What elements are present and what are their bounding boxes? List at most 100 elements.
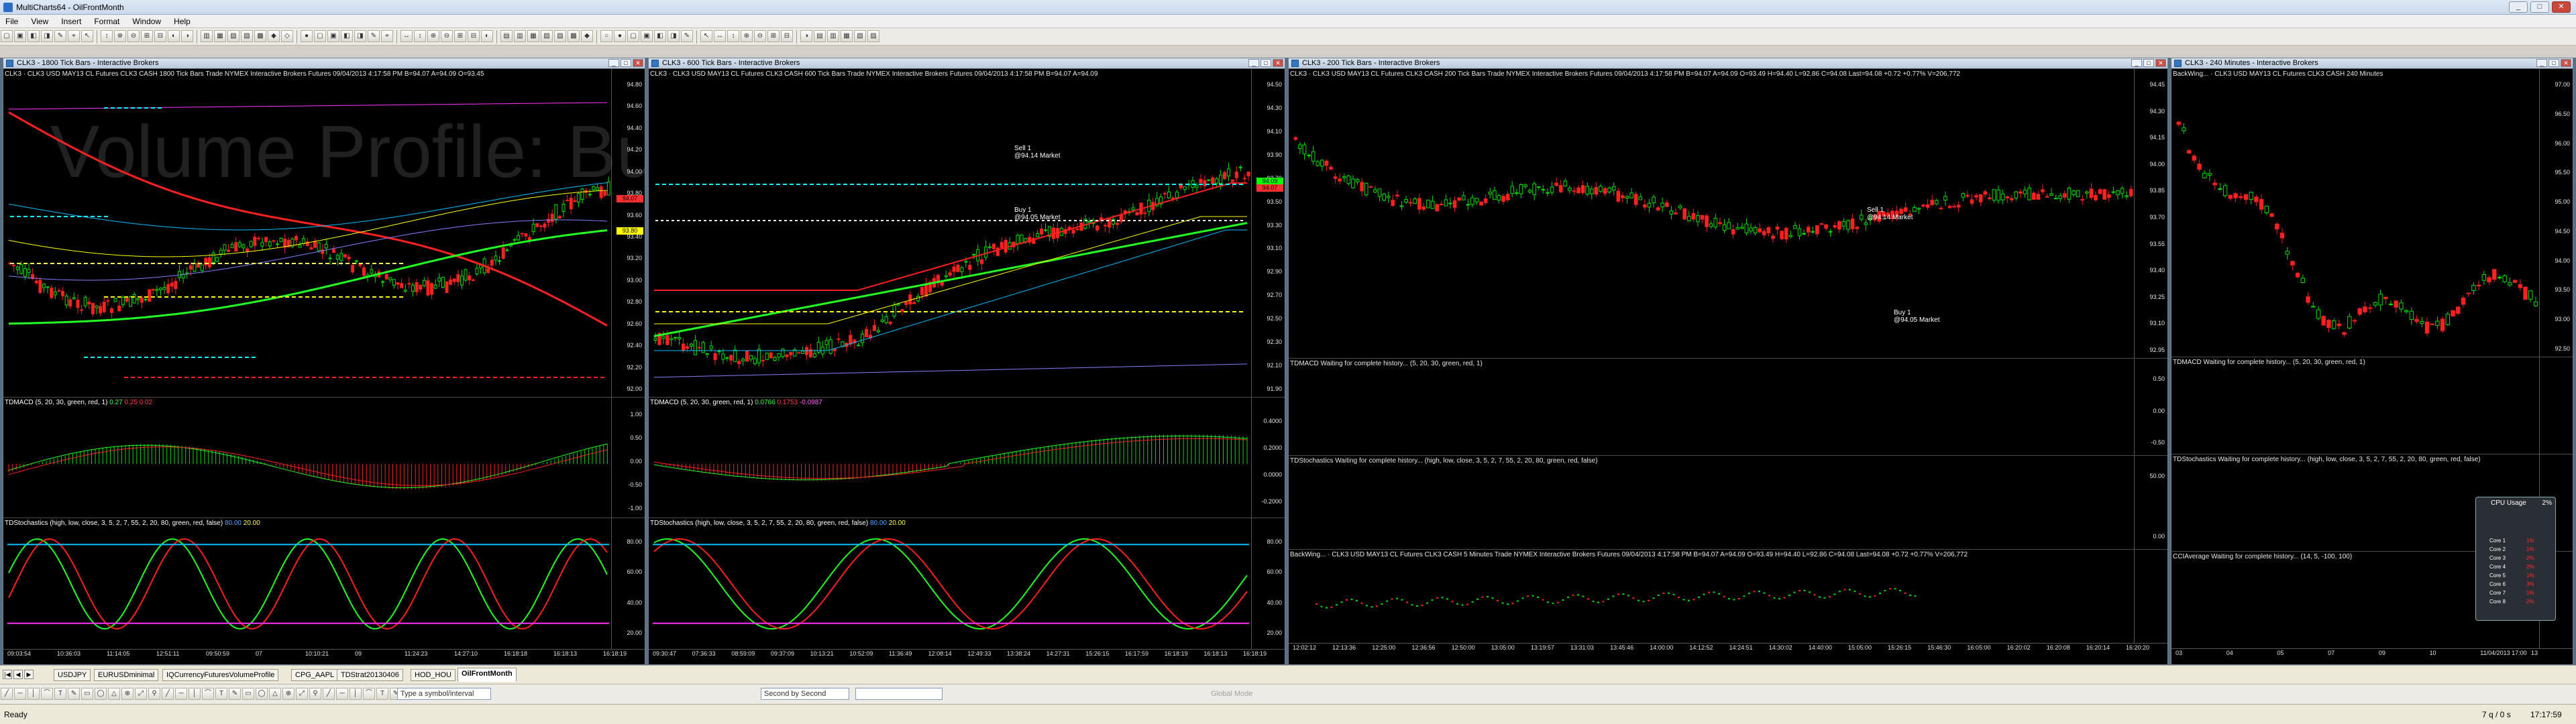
menu-help[interactable]: Help	[168, 15, 196, 26]
toolbar-button-67[interactable]: ▦	[841, 30, 853, 42]
stochastics-pane[interactable]: TDStochastics (high, low, close, 3, 5, 2…	[3, 518, 645, 649]
toolbar-button-37[interactable]: ⊟	[468, 30, 480, 42]
draw-tool-button-15[interactable]: ⌒	[202, 688, 214, 700]
draw-tool-button-25[interactable]: ─	[336, 688, 348, 700]
toolbar-button-59[interactable]: ⊕	[741, 30, 753, 42]
toolbar-button-58[interactable]: ↕	[727, 30, 739, 42]
maximize-button[interactable]: □	[2530, 1, 2549, 13]
toolbar-button-30[interactable]: ⌖	[381, 30, 393, 42]
toolbar-button-11[interactable]: ⊞	[141, 30, 153, 42]
toolbar-button-32[interactable]: ↔	[400, 30, 413, 42]
draw-tool-button-12[interactable]: ╱	[162, 688, 174, 700]
toolbar-button-64[interactable]: ◑	[800, 30, 812, 42]
chart-window-title[interactable]: CLK3 - 200 Tick Bars - Interactive Broke…	[1289, 58, 2167, 68]
toolbar-button-0[interactable]: ▢	[1, 30, 13, 42]
toolbar-button-5[interactable]: ⌖	[68, 30, 80, 42]
chart-window-600-tick[interactable]: CLK3 - 600 Tick Bars - Interactive Broke…	[648, 58, 1285, 665]
draw-tool-button-10[interactable]: ⤢	[135, 688, 147, 700]
draw-tool-button-21[interactable]: ⊕	[282, 688, 294, 700]
toolbar-button-57[interactable]: ↔	[714, 30, 726, 42]
close-icon[interactable]: ✕	[2155, 59, 2166, 67]
toolbar-button-49[interactable]: ●	[614, 30, 626, 42]
toolbar-button-8[interactable]: ↕	[101, 30, 113, 42]
draw-tool-button-1[interactable]: ─	[14, 688, 26, 700]
toolbar-button-54[interactable]: ✎	[681, 30, 693, 42]
tab-next-icon[interactable]: ▶	[24, 670, 34, 679]
draw-tool-button-19[interactable]: ◯	[256, 688, 268, 700]
draw-tool-button-5[interactable]: ✎	[68, 688, 80, 700]
toolbar-button-52[interactable]: ◧	[654, 30, 666, 42]
price-pane[interactable]: Volume Profile: Build-in Big ... CLK3 · …	[3, 68, 645, 397]
menu-view[interactable]: View	[25, 15, 54, 26]
toolbar-button-62[interactable]: ⊟	[781, 30, 793, 42]
tab-iqcurrencyfuturesvolumeprofile[interactable]: IQCurrencyFuturesVolumeProfile	[162, 669, 279, 681]
toolbar-button-17[interactable]: ▦	[214, 30, 226, 42]
stochastics-chart[interactable]	[649, 518, 1285, 649]
chart-window-200-tick[interactable]: CLK3 - 200 Tick Bars - Interactive Broke…	[1288, 58, 2168, 665]
chart-window-title[interactable]: CLK3 - 240 Minutes - Interactive Brokers…	[2171, 58, 2573, 68]
menu-file[interactable]: File	[0, 15, 23, 26]
toolbar-button-27[interactable]: ◧	[341, 30, 353, 42]
draw-tool-button-23[interactable]: ⚲	[309, 688, 321, 700]
price-chart[interactable]	[2171, 69, 2573, 357]
tab-usdjpy[interactable]: USDJPY	[54, 669, 91, 681]
five-minute-chart[interactable]	[1289, 550, 2167, 643]
global-mode-toggle[interactable]: Global Mode	[1208, 688, 1272, 700]
toolbar-button-19[interactable]: ▨	[241, 30, 253, 42]
chart-window-1800-tick[interactable]: CLK3 - 1800 Tick Bars - Interactive Brok…	[3, 58, 645, 665]
draw-tool-button-6[interactable]: ▭	[81, 688, 93, 700]
toolbar-button-2[interactable]: ◧	[28, 30, 40, 42]
toolbar-button-13[interactable]: ◐	[168, 30, 180, 42]
toolbar-button-6[interactable]: ↖	[81, 30, 93, 42]
toolbar-button-41[interactable]: ▥	[514, 30, 526, 42]
tab-hod-hou[interactable]: HOD_HOU	[411, 669, 456, 681]
tab-tdstrat20130406[interactable]: TDStrat20130406	[337, 669, 403, 681]
draw-tool-button-13[interactable]: ─	[175, 688, 187, 700]
close-icon[interactable]: ✕	[2561, 59, 2571, 67]
toolbar-button-56[interactable]: ↖	[700, 30, 712, 42]
draw-tool-button-11[interactable]: ⚲	[148, 688, 160, 700]
toolbar-button-48[interactable]: ○	[600, 30, 612, 42]
draw-tool-button-9[interactable]: ⊕	[121, 688, 133, 700]
restore-icon[interactable]: □	[2143, 59, 2154, 67]
toolbar-button-60[interactable]: ⊖	[754, 30, 766, 42]
draw-tool-button-8[interactable]: △	[108, 688, 120, 700]
toolbar-button-40[interactable]: ▤	[500, 30, 513, 42]
toolbar-button-34[interactable]: ⊕	[427, 30, 439, 42]
draw-tool-button-16[interactable]: T	[215, 688, 227, 700]
toolbar-button-16[interactable]: ▥	[201, 30, 213, 42]
tab-prev-icon[interactable]: ◀	[13, 670, 23, 679]
menu-format[interactable]: Format	[89, 15, 125, 26]
toolbar-button-20[interactable]: ▩	[254, 30, 266, 42]
toolbar-button-1[interactable]: ▣	[14, 30, 26, 42]
tab-cpg-aapl[interactable]: CPG_AAPL	[291, 669, 339, 681]
minimize-icon[interactable]: _	[608, 59, 619, 67]
menu-insert[interactable]: Insert	[56, 15, 87, 26]
draw-tool-button-0[interactable]: ╱	[1, 688, 13, 700]
restore-icon[interactable]: □	[1260, 59, 1271, 67]
toolbar-button-51[interactable]: ▣	[641, 30, 653, 42]
toolbar-button-18[interactable]: ▧	[227, 30, 239, 42]
price-chart[interactable]	[1289, 69, 2167, 358]
close-icon[interactable]: ✕	[633, 59, 643, 67]
toolbar-button-3[interactable]: ◨	[41, 30, 53, 42]
toolbar-button-45[interactable]: ▩	[568, 30, 580, 42]
stochastics-chart[interactable]	[3, 518, 645, 649]
minimize-icon[interactable]: _	[2131, 59, 2142, 67]
macd-pane[interactable]: TDMACD Waiting for complete history... (…	[2171, 357, 2573, 454]
macd-pane[interactable]: TDMACD Waiting for complete history... (…	[1289, 358, 2167, 455]
restore-icon[interactable]: □	[2548, 59, 2559, 67]
toolbar-button-36[interactable]: ⊞	[454, 30, 466, 42]
toolbar-button-61[interactable]: ⊞	[767, 30, 780, 42]
toolbar-button-26[interactable]: ▣	[327, 30, 339, 42]
five-minute-pane[interactable]: BackWing... · CLK3 USD MAY13 CL Futures …	[1289, 549, 2167, 643]
draw-tool-button-3[interactable]: ⌒	[41, 688, 53, 700]
draw-tool-button-14[interactable]: │	[189, 688, 201, 700]
toolbar-button-24[interactable]: ●	[301, 30, 313, 42]
price-pane[interactable]: CLK3 · CLK3 USD MAY13 CL Futures CLK3 CA…	[649, 68, 1285, 397]
menu-window[interactable]: Window	[127, 15, 166, 26]
stochastics-pane[interactable]: TDStochastics Waiting for complete histo…	[1289, 455, 2167, 549]
draw-tool-button-22[interactable]: ⤢	[296, 688, 308, 700]
tab-first-icon[interactable]: |◀	[3, 670, 12, 679]
toolbar-button-12[interactable]: ⊟	[154, 30, 166, 42]
